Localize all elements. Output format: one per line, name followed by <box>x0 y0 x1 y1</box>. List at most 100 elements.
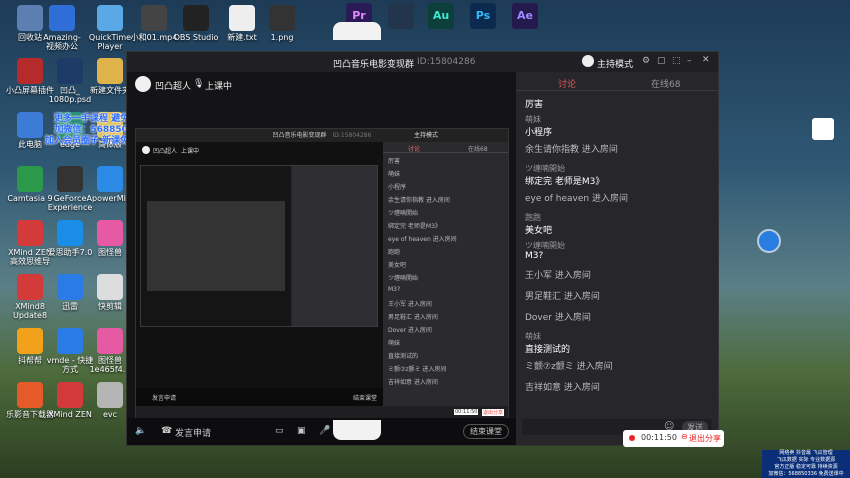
shared-screen: 凹凸音乐电影变现群 ID:15804286 主持模式 凹凸超人 上课中 发言申请… <box>135 128 509 420</box>
nested-chat-message: 余生请你指教 进入房间 <box>388 197 450 204</box>
app-icon <box>97 220 123 246</box>
desktop-icon[interactable]: OBS Studio <box>170 5 222 42</box>
corner-promo-line: 网络卖 抖音最 飞瓜管理 <box>779 450 833 456</box>
nested-chat-message: 美女吧 <box>388 262 407 269</box>
nested-chat-message: M3? <box>388 286 401 293</box>
app-icon <box>269 5 295 31</box>
classroom-window: 凹凸音乐电影变现群 ID:15804286 主持模式 ⚙ ▢ ⬚ – ✕ 凹凸超… <box>126 51 719 446</box>
host-avatar[interactable] <box>582 55 594 67</box>
desktop-icon[interactable]: 1.png <box>256 5 308 42</box>
desktop-icon-label: OBS Studio <box>173 33 219 42</box>
stop-share-icon[interactable]: ⊖ <box>681 432 688 441</box>
nested-chat-message: 直接测试的 <box>388 353 419 360</box>
app-icon <box>17 274 43 300</box>
phone-frame-bottom <box>333 420 381 440</box>
image-icon[interactable]: ▣ <box>297 426 306 436</box>
nested-avatar <box>142 146 150 154</box>
chat-message: ミ颤⑦z颤ミ 进入房间 <box>525 362 613 372</box>
host-mode-label[interactable]: 主持模式 <box>597 57 633 70</box>
nested-chat-message: 男足鞋汇 进入房间 <box>388 314 438 321</box>
stage-area: 凹凸超人 🎙 上课中 凹凸音乐电影变现群 ID:15804286 主持模式 凹凸… <box>127 72 516 445</box>
corner-promo-line: 官方正版 稳定可靠 持续资源 <box>774 464 838 470</box>
nested-end-button: 结束课堂 <box>352 395 377 402</box>
maximize-icon[interactable]: ⬚ <box>672 56 681 66</box>
corner-promo: 网络卖 抖音最 飞瓜管理 飞瓜数据 实际 专业数据源 官方正版 稳定可靠 持续资… <box>762 450 850 478</box>
speaker-icon[interactable]: 🔈 <box>135 426 146 436</box>
app-icon <box>17 166 43 192</box>
bottom-toolbar: 🔈 ☎ 发言申请 ▭ ▣ 🎤 ✎ ♫ 结束课堂 <box>127 418 516 445</box>
record-time: 00:11:50 <box>641 433 677 442</box>
nested-chat-message: 萌妹 <box>388 340 401 347</box>
phone-icon[interactable]: ☎ <box>161 426 172 436</box>
top-app-icon[interactable]: Au <box>428 3 454 29</box>
app-icon <box>229 5 255 31</box>
chat-message: 吉祥如意 进入房间 <box>525 383 600 393</box>
top-app-icon[interactable]: Ps <box>470 3 496 29</box>
settings-icon[interactable]: ⚙ <box>642 56 650 66</box>
app-icon <box>49 5 75 31</box>
tab-discuss[interactable]: 讨论 <box>558 77 576 90</box>
chat-message: eye of heaven 进入房间 <box>525 194 628 204</box>
nested-chat-message: 跑跑 <box>388 249 401 256</box>
chat-tabs: 讨论 在线68 <box>516 72 718 91</box>
chat-sender: ツ缠喃開始 <box>525 164 565 173</box>
nested-chat: 讨论 在线68 厉害 萌妹 小程序 余生请你指教 进入房间 ツ缠喃開始 绑定完 老师是M3… <box>383 142 508 406</box>
chat-panel: 讨论 在线68 厉害 萌妹 小程序 余生请你指教 进入房间 ツ缠喃開始 绑定完 老师是M3… <box>516 72 718 445</box>
chat-sender: 萌妹 <box>525 332 541 341</box>
chat-message: 小程序 <box>525 128 553 138</box>
chat-message: 美女吧 <box>525 226 553 236</box>
app-icon <box>97 382 123 408</box>
desktop-icon-label: Amazing- 视频办公 <box>43 33 81 51</box>
close-icon[interactable]: ✕ <box>702 55 710 65</box>
apply-speak-button[interactable]: 发言申请 <box>175 426 211 439</box>
chat-message: 厉害 <box>525 100 544 110</box>
nested-user-name: 凹凸超人 <box>153 148 178 155</box>
app-icon <box>97 166 123 192</box>
app-icon <box>141 5 167 31</box>
recursive-inner <box>147 201 285 291</box>
nested-chat-message: Dover 进入房间 <box>388 327 432 334</box>
nested-chat-message: 吉祥如意 进入房间 <box>388 379 438 386</box>
recording-indicator: 00:11:50 ⊖ 退出分享 <box>623 430 724 447</box>
chat-sender: ツ缠喃開始 <box>525 241 565 250</box>
app-icon <box>57 166 83 192</box>
user-avatar[interactable] <box>135 76 151 92</box>
minimize-icon[interactable]: – <box>687 56 692 66</box>
corner-promo-line: 加微信：568850336 免费送课中 <box>768 471 844 477</box>
nested-id: ID:15804286 <box>332 132 372 139</box>
mic-toggle-icon[interactable]: 🎤 <box>319 426 330 436</box>
app-icon <box>57 328 83 354</box>
end-class-button[interactable]: 结束课堂 <box>463 424 509 439</box>
tab-online[interactable]: 在线68 <box>651 77 680 90</box>
app-icon <box>97 274 123 300</box>
app-icon <box>17 112 43 138</box>
window-titlebar: 凹凸音乐电影变现群 ID:15804286 主持模式 ⚙ ▢ ⬚ – ✕ <box>127 52 718 72</box>
chat-message: Dover 进入房间 <box>525 313 591 323</box>
nested-chat-message: ツ缠喃開始 <box>388 210 419 217</box>
top-app-icon[interactable]: Ae <box>512 3 538 29</box>
nested-chat-message: 王小军 进入房间 <box>388 301 432 308</box>
screen-icon[interactable]: ▢ <box>657 56 666 66</box>
mic-icon: 🎙 <box>193 79 205 89</box>
exit-share-button[interactable]: 退出分享 <box>689 433 721 444</box>
floating-ball-icon[interactable] <box>757 229 781 253</box>
app-icon <box>57 58 83 84</box>
window-id: ID:15804286 <box>417 57 476 67</box>
desktop-icon[interactable]: Amazing- 视频办公 <box>36 5 88 51</box>
top-app-icon[interactable] <box>388 3 414 29</box>
window-title: 凹凸音乐电影变现群 <box>333 60 415 70</box>
app-icon <box>97 5 123 31</box>
nested-tabs: 讨论 在线68 <box>383 142 508 153</box>
nested-chat-message: 小程序 <box>388 184 407 191</box>
app-icon <box>183 5 209 31</box>
nested-chat-message: eye of heaven 进入房间 <box>388 236 457 243</box>
nested-chat-message: ミ颤⑦z颤ミ 进入房间 <box>388 366 447 373</box>
nested-on-mic: 上课中 <box>181 148 200 155</box>
app-icon <box>17 58 43 84</box>
camera-icon[interactable]: ▭ <box>275 426 284 436</box>
phone-frame-top <box>333 22 381 40</box>
desktop-icon-label: 1.png <box>270 33 294 42</box>
app-icon <box>17 328 43 354</box>
chat-message: 绑定完 老师是M3》 <box>525 177 605 187</box>
nested-recording: 00:11:50 退出分享 <box>384 407 507 417</box>
